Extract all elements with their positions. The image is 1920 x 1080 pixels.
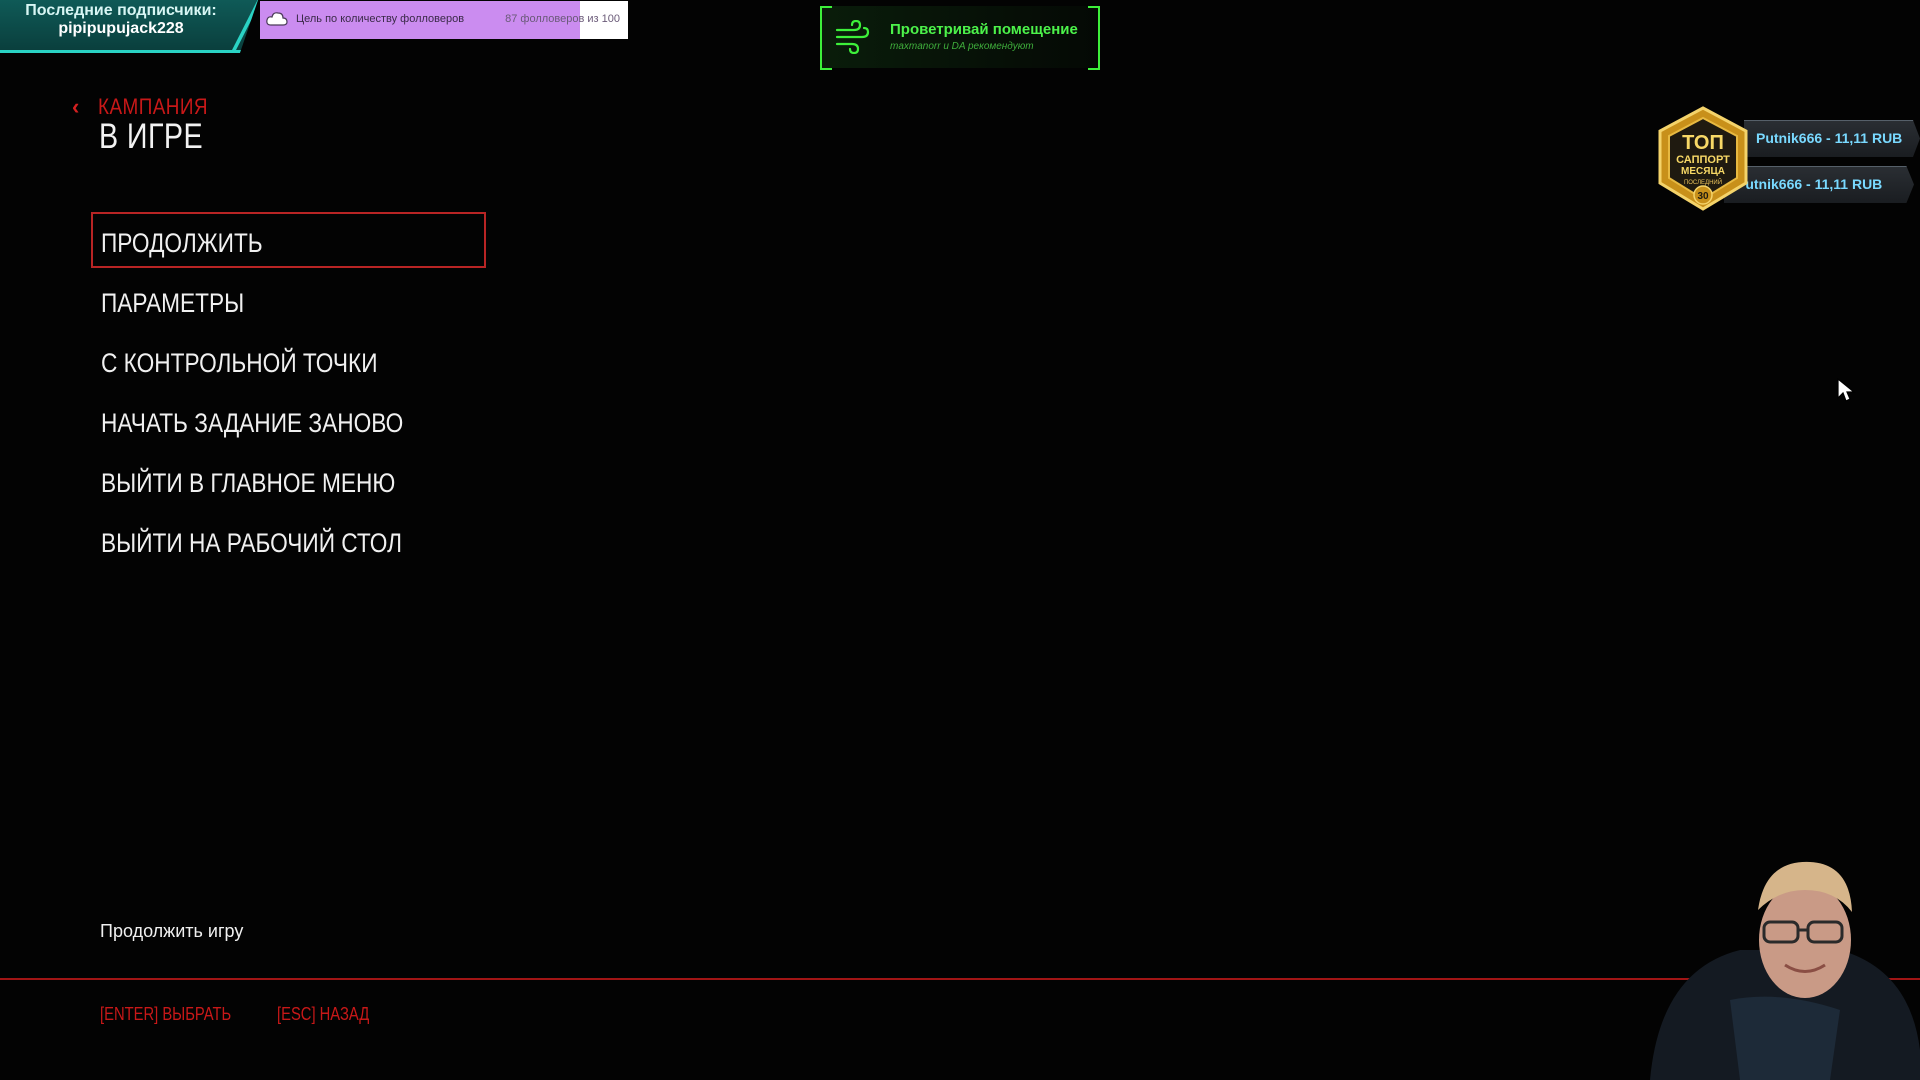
page-title: В ИГРЕ <box>99 117 204 156</box>
top-support-badge-icon: ТОП САППОРТ МЕСЯЦА ПОСЛЕДНИЙ 30 <box>1658 106 1748 211</box>
game-screen: Последние подписчики: pipipupujack228 Це… <box>0 0 1920 1080</box>
footer-divider <box>0 978 1920 980</box>
donation-entry: Putnik666 - 11,11 RUB <box>1756 130 1903 146</box>
goal-label: Цель по количеству фолловеров <box>296 13 465 25</box>
menu-item-label: ПРОДОЛЖИТЬ <box>101 228 263 258</box>
badge-mid-text: САППОРТ <box>1676 154 1730 166</box>
badge-sub-text: МЕСЯЦА <box>1681 166 1725 177</box>
wind-icon <box>835 20 870 54</box>
banner-bracket-left <box>820 6 832 70</box>
menu-item-checkpoint[interactable]: С КОНТРОЛЬНОЙ ТОЧКИ <box>91 332 486 388</box>
mouse-cursor-icon <box>1837 378 1856 402</box>
top-donation-widget: Putnik666 - 11,11 RUB Putnik666 - 11,11 … <box>1648 105 1920 215</box>
pause-menu: ПРОДОЛЖИТЬ ПАРАМЕТРЫ С КОНТРОЛЬНОЙ ТОЧКИ… <box>91 212 486 572</box>
recent-followers-title: Последние подписчики: <box>25 2 217 19</box>
ventilate-subtitle: maxmanorr и DA рекомендуют <box>890 41 1034 52</box>
menu-item-label: НАЧАТЬ ЗАДАНИЕ ЗАНОВО <box>101 408 404 438</box>
enter-select-button[interactable]: [ENTER] ВЫБРАТЬ <box>100 1004 231 1025</box>
menu-item-quit-desktop[interactable]: ВЫЙТИ НА РАБОЧИЙ СТОЛ <box>91 512 486 568</box>
menu-item-label: ПАРАМЕТРЫ <box>101 288 245 318</box>
cloud-icon <box>266 12 288 26</box>
chevron-left-icon: ‹ <box>72 94 80 119</box>
menu-item-main-menu[interactable]: ВЫЙТИ В ГЛАВНОЕ МЕНЮ <box>91 452 486 508</box>
selection-hint: Продолжить игру <box>100 921 244 941</box>
donation-ribbon: Putnik666 - 11,11 RUB <box>1744 120 1920 157</box>
recent-follower-name: pipipupujack228 <box>58 20 184 37</box>
badge-small-text: ПОСЛЕДНИЙ <box>1684 178 1722 186</box>
menu-item-label: ВЫЙТИ НА РАБОЧИЙ СТОЛ <box>101 528 403 558</box>
menu-item-settings[interactable]: ПАРАМЕТРЫ <box>91 272 486 328</box>
goal-count: 87 фолловеров из 100 <box>505 13 620 25</box>
recent-followers-widget: Последние подписчики: pipipupujack228 <box>0 0 258 53</box>
ventilate-title: Проветривай помещение <box>890 21 1078 38</box>
badge-top-text: ТОП <box>1682 132 1724 154</box>
esc-back-button[interactable]: [ESC] НАЗАД <box>277 1004 369 1025</box>
menu-item-label: ВЫЙТИ В ГЛАВНОЕ МЕНЮ <box>101 468 396 498</box>
badge-number: 30 <box>1697 191 1709 202</box>
menu-item-restart-mission[interactable]: НАЧАТЬ ЗАДАНИЕ ЗАНОВО <box>91 392 486 448</box>
menu-item-continue[interactable]: ПРОДОЛЖИТЬ <box>91 212 486 268</box>
banner-bracket-right <box>1088 6 1100 70</box>
streamer-webcam <box>1650 861 1920 1080</box>
follower-goal-bar: Цель по количеству фолловеров 87 фоллове… <box>260 1 628 39</box>
ventilate-reminder-banner: Проветривай помещение maxmanorr и DA рек… <box>820 6 1100 70</box>
menu-item-label: С КОНТРОЛЬНОЙ ТОЧКИ <box>101 348 378 378</box>
